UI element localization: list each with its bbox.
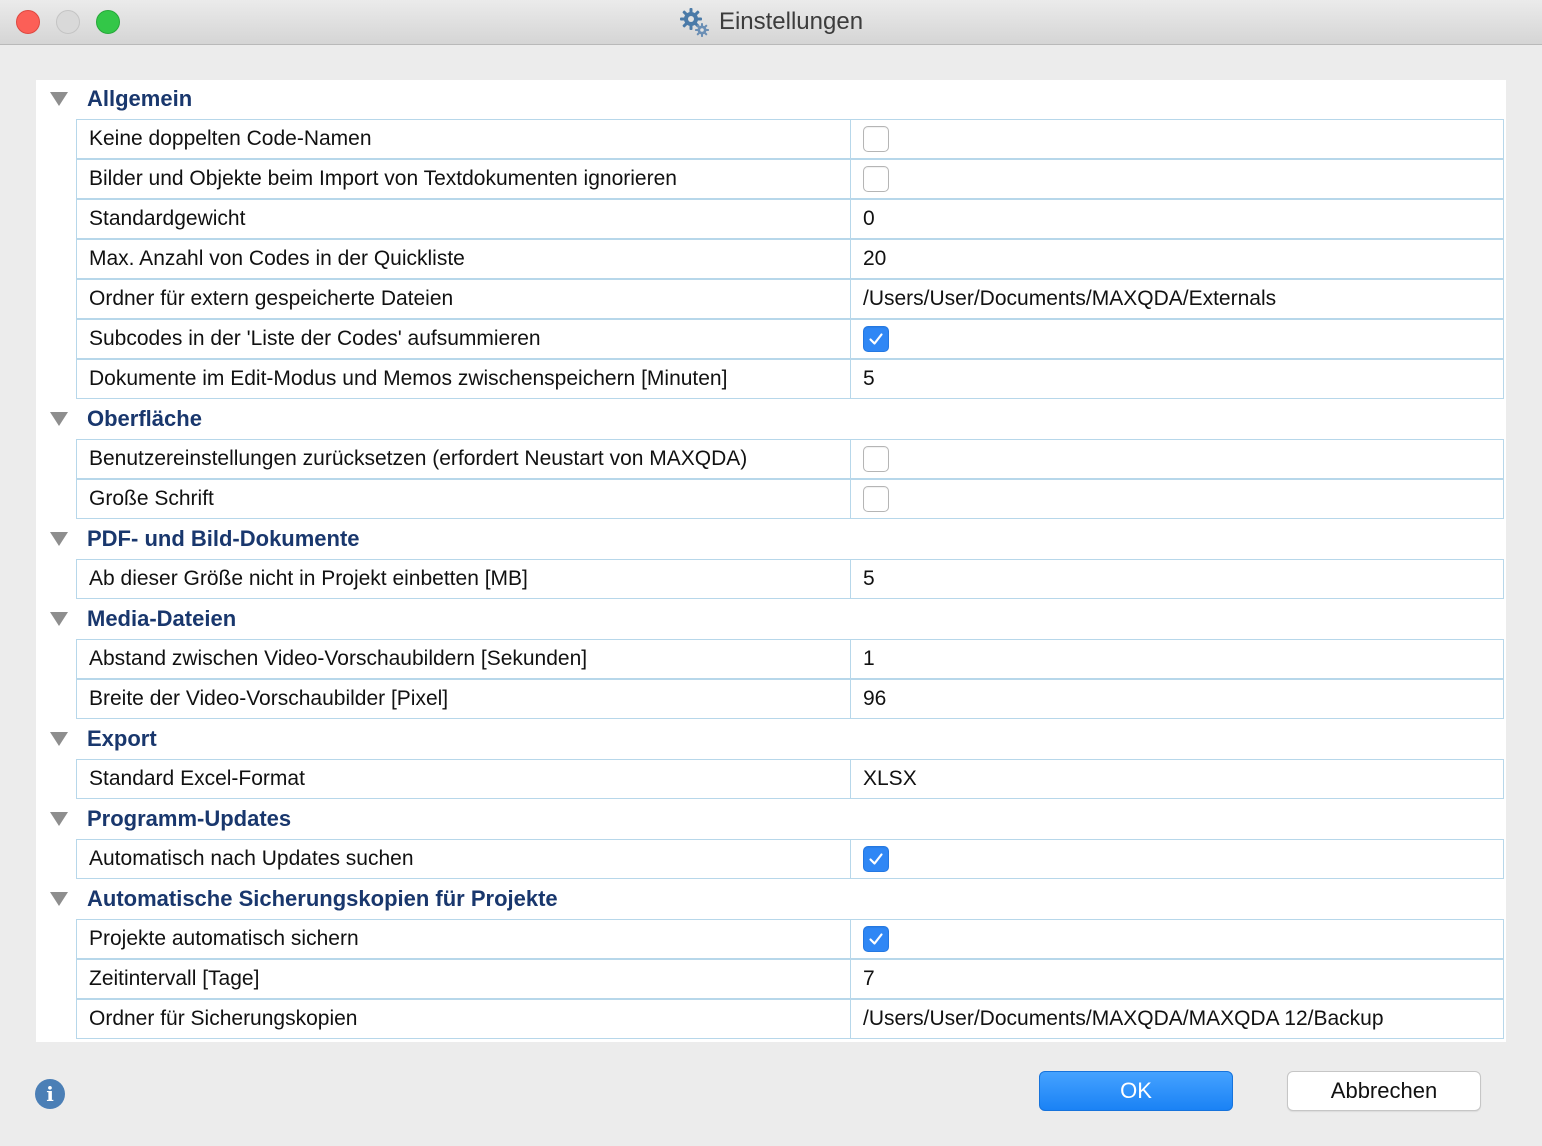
setting-label: Abstand zwischen Video-Vorschaubildern [… [77, 640, 851, 678]
window-title: Einstellungen [718, 8, 864, 35]
setting-row: Max. Anzahl von Codes in der Quickliste 2… [76, 239, 1504, 279]
setting-checkbox[interactable] [863, 486, 889, 512]
setting-row: Ordner für extern gespeicherte Dateien/U… [76, 279, 1504, 319]
setting-row: Dokumente im Edit-Modus und Memos zwisch… [76, 359, 1504, 399]
setting-row: Bilder und Objekte beim Import von Textd… [76, 159, 1504, 199]
section-title: Export [87, 726, 157, 751]
setting-label: Große Schrift [77, 480, 851, 518]
section-header[interactable]: Programm-Updates [36, 800, 1506, 838]
setting-value[interactable]: 7 [851, 960, 1503, 998]
setting-value[interactable]: 5 [851, 560, 1503, 598]
setting-row: Projekte automatisch sichern [76, 919, 1504, 959]
setting-value[interactable]: 0 [851, 200, 1503, 238]
setting-label: Standardgewicht [77, 200, 851, 238]
window-title-group: Einstellungen [0, 0, 1542, 44]
section-title: Oberfläche [87, 406, 202, 431]
setting-label: Ab dieser Größe nicht in Projekt einbett… [77, 560, 851, 598]
setting-label: Ordner für extern gespeicherte Dateien [77, 280, 851, 318]
setting-row: Automatisch nach Updates suchen [76, 839, 1504, 879]
setting-row: Große Schrift [76, 479, 1504, 519]
info-icon[interactable]: i [35, 1079, 65, 1109]
setting-label: Ordner für Sicherungskopien [77, 1000, 851, 1038]
setting-label: Subcodes in der 'Liste der Codes' aufsum… [77, 320, 851, 358]
section-title: PDF- und Bild-Dokumente [87, 526, 360, 551]
setting-value-cell [851, 320, 1503, 358]
checkmark-icon [869, 933, 883, 945]
checkmark-icon [869, 333, 883, 345]
setting-row: Breite der Video-Vorschaubilder [Pixel] 9… [76, 679, 1504, 719]
setting-value[interactable]: /Users/User/Documents/MAXQDA/MAXQDA 12/B… [851, 1000, 1503, 1038]
title-bar: Einstellungen [0, 0, 1542, 45]
setting-value-cell [851, 440, 1503, 478]
setting-row: Benutzereinstellungen zurücksetzen (erfo… [76, 439, 1504, 479]
setting-row: Ordner für Sicherungskopien/Users/User/D… [76, 999, 1504, 1039]
setting-label: Automatisch nach Updates suchen [77, 840, 851, 878]
setting-value-cell [851, 480, 1503, 518]
setting-label: Benutzereinstellungen zurücksetzen (erfo… [77, 440, 851, 478]
disclosure-triangle-icon[interactable] [50, 892, 68, 906]
setting-row: Zeitintervall [Tage] 7 [76, 959, 1504, 999]
setting-checkbox[interactable] [863, 846, 889, 872]
setting-checkbox[interactable] [863, 446, 889, 472]
setting-row: Ab dieser Größe nicht in Projekt einbett… [76, 559, 1504, 599]
setting-label: Breite der Video-Vorschaubilder [Pixel] [77, 680, 851, 718]
setting-checkbox[interactable] [863, 926, 889, 952]
setting-value-cell [851, 160, 1503, 198]
setting-value[interactable]: XLSX [851, 760, 1503, 798]
setting-label: Keine doppelten Code-Namen [77, 120, 851, 158]
setting-value[interactable]: /Users/User/Documents/MAXQDA/Externals [851, 280, 1503, 318]
setting-value[interactable]: 5 [851, 360, 1503, 398]
setting-label: Bilder und Objekte beim Import von Textd… [77, 160, 851, 198]
setting-row: Subcodes in der 'Liste der Codes' aufsum… [76, 319, 1504, 359]
section-title: Allgemein [87, 86, 193, 111]
settings-window: Einstellungen Allgemein Keine doppelten C… [0, 0, 1542, 1146]
disclosure-triangle-icon[interactable] [50, 612, 68, 626]
disclosure-triangle-icon[interactable] [50, 532, 68, 546]
setting-checkbox[interactable] [863, 326, 889, 352]
section-header[interactable]: PDF- und Bild-Dokumente [36, 520, 1506, 558]
setting-checkbox[interactable] [863, 126, 889, 152]
ok-button[interactable]: OK [1039, 1071, 1233, 1111]
disclosure-triangle-icon[interactable] [50, 812, 68, 826]
setting-label: Max. Anzahl von Codes in der Quickliste [77, 240, 851, 278]
setting-row: Standardgewicht 0 [76, 199, 1504, 239]
section-header[interactable]: Automatische Sicherungskopien für Projek… [36, 880, 1506, 918]
setting-row: Standard Excel-Format XLSX [76, 759, 1504, 799]
setting-value-cell [851, 120, 1503, 158]
section-title: Programm-Updates [87, 806, 292, 831]
setting-label: Dokumente im Edit-Modus und Memos zwisch… [77, 360, 851, 398]
section-header[interactable]: Media-Dateien [36, 600, 1506, 638]
section-title: Automatische Sicherungskopien für Projek… [87, 886, 558, 911]
disclosure-triangle-icon[interactable] [50, 732, 68, 746]
checkmark-icon [869, 853, 883, 865]
setting-label: Zeitintervall [Tage] [77, 960, 851, 998]
setting-value-cell [851, 840, 1503, 878]
section-header[interactable]: Oberfläche [36, 400, 1506, 438]
disclosure-triangle-icon[interactable] [50, 92, 68, 106]
gear-icon [679, 8, 709, 37]
setting-row: Abstand zwischen Video-Vorschaubildern [… [76, 639, 1504, 679]
setting-value[interactable]: 20 [851, 240, 1503, 278]
setting-label: Standard Excel-Format [77, 760, 851, 798]
setting-label: Projekte automatisch sichern [77, 920, 851, 958]
setting-row: Keine doppelten Code-Namen [76, 119, 1504, 159]
section-header[interactable]: Allgemein [36, 80, 1506, 118]
section-title: Media-Dateien [87, 606, 237, 631]
section-header[interactable]: Export [36, 720, 1506, 758]
cancel-button[interactable]: Abbrechen [1287, 1071, 1481, 1111]
setting-value[interactable]: 1 [851, 640, 1503, 678]
disclosure-triangle-icon[interactable] [50, 412, 68, 426]
settings-panel: Allgemein Keine doppelten Code-Namen Bilde… [36, 80, 1506, 1042]
setting-value[interactable]: 96 [851, 680, 1503, 718]
setting-value-cell [851, 920, 1503, 958]
setting-checkbox[interactable] [863, 166, 889, 192]
